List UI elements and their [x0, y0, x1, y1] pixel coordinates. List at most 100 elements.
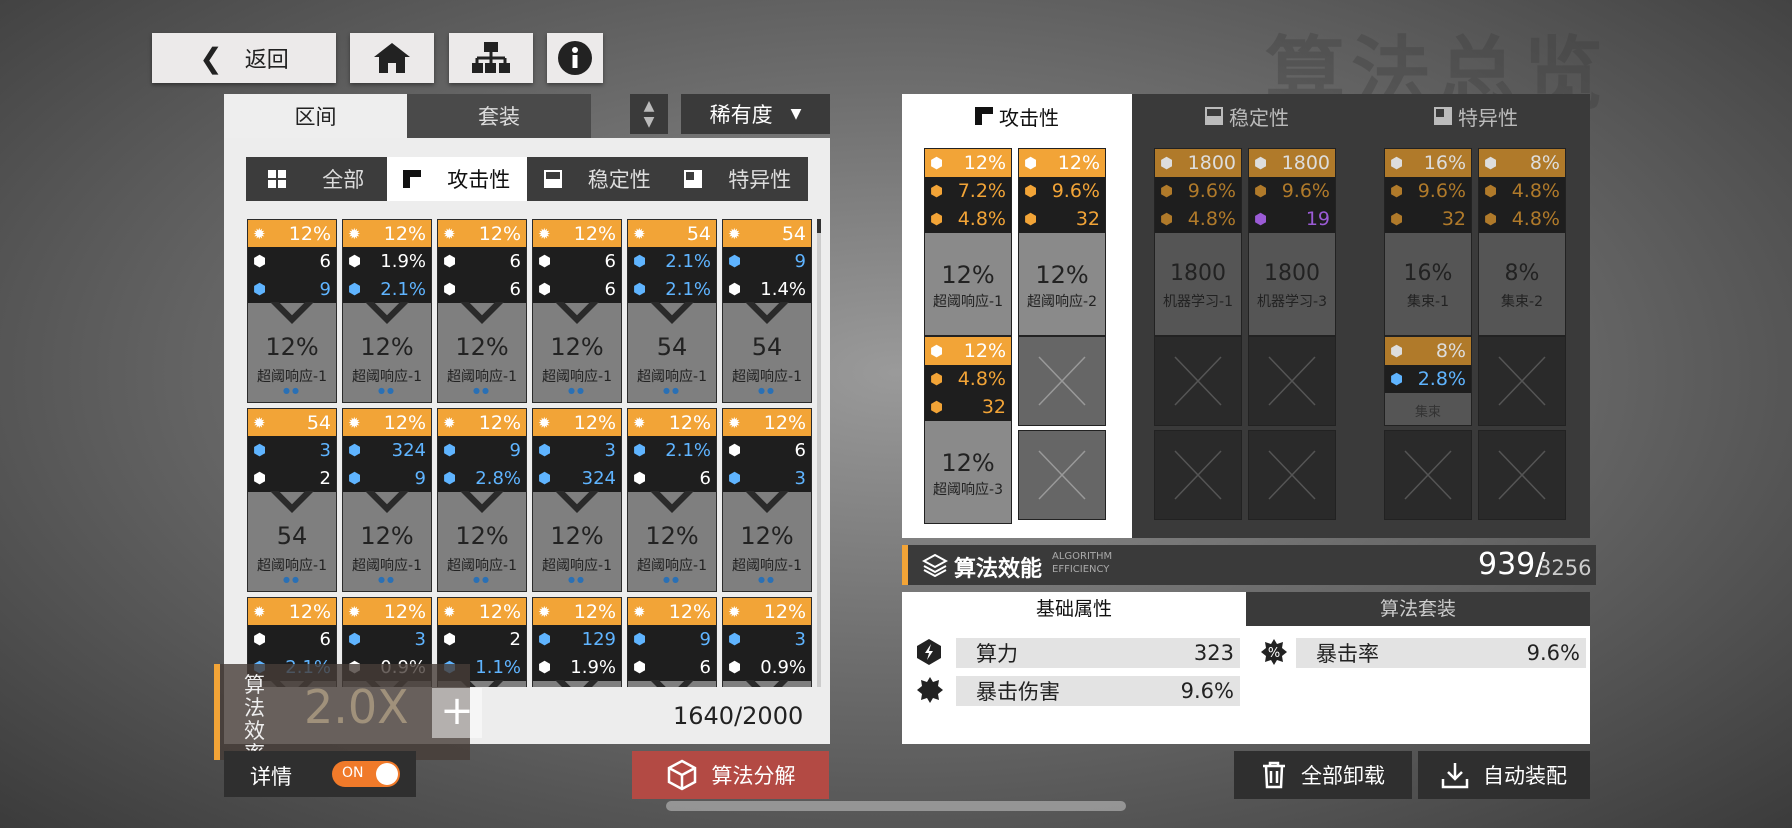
- chip-scrollbar-thumb[interactable]: [817, 219, 821, 233]
- chip-card[interactable]: ✹ 12% ⬢ 129 ⬢ 1.9%: [532, 597, 622, 687]
- equipped-stat-line: ⬢ 4.8%: [1479, 177, 1565, 205]
- equipped-stat-value: 32: [1075, 208, 1100, 230]
- equipped-chip-card[interactable]: ⬢ 12% ⬢ 9.6% ⬢ 32 12% 超阈响应-2: [1018, 148, 1106, 336]
- tab-special-slots[interactable]: 特异性: [1362, 94, 1590, 138]
- home-button[interactable]: [350, 33, 434, 83]
- chip-sub-stat-2: ⬢ 9: [343, 464, 431, 492]
- tab-attack-slots[interactable]: 攻击性: [902, 94, 1132, 138]
- chip-card[interactable]: ✹ 12% ⬢ 6 ⬢ 6 12% 超阈响应-1 ●●: [437, 219, 527, 403]
- chevron-decoration: [460, 302, 504, 324]
- chip-card[interactable]: ✹ 12% ⬢ 6 ⬢ 3 12% 超阈响应-1 ●●: [722, 408, 812, 592]
- chip-card[interactable]: ✹ 54 ⬢ 2.1% ⬢ 2.1% 54 超阈响应-1 ●●: [627, 219, 717, 403]
- auto-equip-button[interactable]: 自动装配: [1418, 751, 1590, 799]
- filter-stability[interactable]: 稳定性: [527, 157, 668, 201]
- tab-set[interactable]: 套装: [407, 94, 591, 138]
- attr-compute: 算力 323: [956, 638, 1240, 668]
- chip-sub-stat-2: ⬢ 3: [723, 464, 811, 492]
- tab-interval[interactable]: 区间: [224, 94, 407, 138]
- chip-card[interactable]: ✹ 12% ⬢ 2.1% ⬢ 6 12% 超阈响应-1 ●●: [627, 408, 717, 592]
- chip-top-stat: ✹ 12%: [343, 220, 431, 247]
- chip-card[interactable]: ✹12%⬢3⬢0.9%: [722, 597, 812, 687]
- equipped-stat-value: 9.6%: [1281, 180, 1330, 202]
- attr-crit-rate-value: 9.6%: [1526, 641, 1580, 665]
- equipped-stat-line: ⬢ 7.2%: [925, 177, 1011, 205]
- stat-icon: ⬢: [443, 630, 457, 648]
- back-button[interactable]: ❮ 返回: [152, 33, 336, 83]
- chip-card[interactable]: ✹ 54 ⬢ 9 ⬢ 1.4% 54 超阈响应-1 ●●: [722, 219, 812, 403]
- horizontal-scroll-indicator[interactable]: [666, 801, 1126, 811]
- chip-top-stat: ✹ 12%: [533, 220, 621, 247]
- equipped-stat-value: 19: [1305, 208, 1330, 230]
- tab-set-attrs[interactable]: 算法套装: [1246, 592, 1590, 626]
- stat-icon: ⬢: [1024, 182, 1038, 200]
- stat-icon: ⬢: [1160, 182, 1174, 200]
- chip-name: 超阈响应-1: [352, 558, 422, 574]
- tab-stability-slots[interactable]: 稳定性: [1132, 94, 1362, 138]
- empty-slot[interactable]: [1018, 336, 1106, 426]
- stat-icon: ⬢: [443, 252, 457, 270]
- chip-sub-stat-2: ⬢ 6: [628, 653, 716, 681]
- chip-card[interactable]: ✹ 12% ⬢ 324 ⬢ 9 12% 超阈响应-1 ●●: [342, 408, 432, 592]
- equipped-chip-card[interactable]: ⬢ 8% ⬢ 4.8% ⬢ 4.8% 8% 集束-2: [1478, 148, 1566, 336]
- equipped-chip-name: 机器学习-1: [1163, 294, 1233, 310]
- equipped-stat-line: ⬢ 4.8%: [925, 365, 1011, 393]
- chip-main-value: 54: [276, 522, 308, 550]
- chip-sub-value-2: 2.1%: [665, 278, 711, 300]
- filter-attack[interactable]: 攻击性: [386, 157, 527, 201]
- info-button[interactable]: [547, 33, 603, 83]
- chip-card[interactable]: ✹ 54 ⬢ 3 ⬢ 2 54 超阈响应-1 ●●: [247, 408, 337, 592]
- empty-slot[interactable]: [1478, 430, 1566, 520]
- equipped-stat-value: 32: [1441, 208, 1466, 230]
- hierarchy-button[interactable]: [449, 33, 533, 83]
- chip-scrollbar-track[interactable]: [817, 219, 821, 687]
- add-rate-button[interactable]: +: [432, 688, 482, 738]
- empty-slot[interactable]: [1248, 430, 1336, 520]
- empty-slot[interactable]: [1018, 430, 1106, 520]
- filter-all[interactable]: 全部: [246, 157, 387, 201]
- home-icon: [374, 43, 410, 73]
- chip-card[interactable]: ✹ 12% ⬢ 6 ⬢ 9 12% 超阈响应-1 ●●: [247, 219, 337, 403]
- chip-top-stat: ✹ 12%: [438, 409, 526, 436]
- efficiency-sub2: EFFICIENCY: [1052, 564, 1110, 575]
- equipped-chip-card[interactable]: ⬢ 8% ⬢ 2.8% 集束: [1384, 336, 1472, 426]
- rarity-dropdown[interactable]: 稀有度 ▼: [681, 94, 830, 134]
- decompose-label: 算法分解: [711, 764, 796, 788]
- empty-slot[interactable]: [1478, 336, 1566, 426]
- chip-sub-value-1: 3: [414, 628, 426, 650]
- chip-card[interactable]: ✹ 12% ⬢ 9 ⬢ 6: [627, 597, 717, 687]
- decompose-button[interactable]: 算法分解: [632, 751, 829, 799]
- stat-icon: ⬢: [538, 280, 552, 298]
- chip-sub-value-1: 3: [319, 439, 331, 461]
- equipped-stat-value: 9.6%: [1187, 180, 1236, 202]
- equipped-chip-card[interactable]: ⬢ 12% ⬢ 4.8% ⬢ 32 12% 超阈响应-3: [924, 336, 1012, 524]
- stat-icon: ⬢: [930, 398, 944, 416]
- empty-slot[interactable]: [1154, 336, 1242, 426]
- empty-slot[interactable]: [1248, 336, 1336, 426]
- chip-card[interactable]: ✹ 12% ⬢ 3 ⬢ 324 12% 超阈响应-1 ●●: [532, 408, 622, 592]
- unload-all-button[interactable]: 全部卸载: [1234, 751, 1412, 799]
- chip-card[interactable]: ✹ 12% ⬢ 6 ⬢ 6 12% 超阈响应-1 ●●: [532, 219, 622, 403]
- empty-slot[interactable]: [1384, 430, 1472, 520]
- equipped-chip-card[interactable]: ⬢ 12% ⬢ 7.2% ⬢ 4.8% 12% 超阈响应-1: [924, 148, 1012, 336]
- chevron-decoration: [650, 302, 694, 324]
- chevron-decoration: [270, 491, 314, 513]
- equipped-chip-card[interactable]: ⬢ 1800 ⬢ 9.6% ⬢ 19 1800 机器学习-3: [1248, 148, 1336, 336]
- chevron-decoration: [460, 491, 504, 513]
- detail-toggle[interactable]: ON: [332, 761, 400, 787]
- chip-top-value: 12%: [478, 222, 521, 245]
- sort-order-button[interactable]: ▲ ▼: [630, 94, 668, 134]
- tab-base-attrs[interactable]: 基础属性: [902, 592, 1246, 626]
- equipped-chip-card[interactable]: ⬢ 1800 ⬢ 9.6% ⬢ 4.8% 1800 机器学习-1: [1154, 148, 1242, 336]
- efficiency-label: 算法效能: [954, 557, 1043, 582]
- filter-special[interactable]: 特异性: [668, 157, 809, 201]
- empty-slot[interactable]: [1154, 430, 1242, 520]
- chip-top-stat: ✹ 54: [248, 409, 336, 436]
- equipped-stat-line: ⬢ 4.8%: [1155, 205, 1241, 233]
- equipped-chip-card[interactable]: ⬢ 16% ⬢ 9.6% ⬢ 32 16% 集束-1: [1384, 148, 1472, 336]
- chip-card[interactable]: ✹ 12% ⬢ 9 ⬢ 2.8% 12% 超阈响应-1 ●●: [437, 408, 527, 592]
- equipped-stat-value: 4.8%: [1511, 208, 1560, 230]
- chip-card[interactable]: ✹ 12% ⬢ 1.9% ⬢ 2.1% 12% 超阈响应-1 ●●: [342, 219, 432, 403]
- attack-icon: [403, 170, 422, 188]
- chip-sub-value-1: 2.1%: [665, 250, 711, 272]
- stat-icon: ⬢: [253, 630, 267, 648]
